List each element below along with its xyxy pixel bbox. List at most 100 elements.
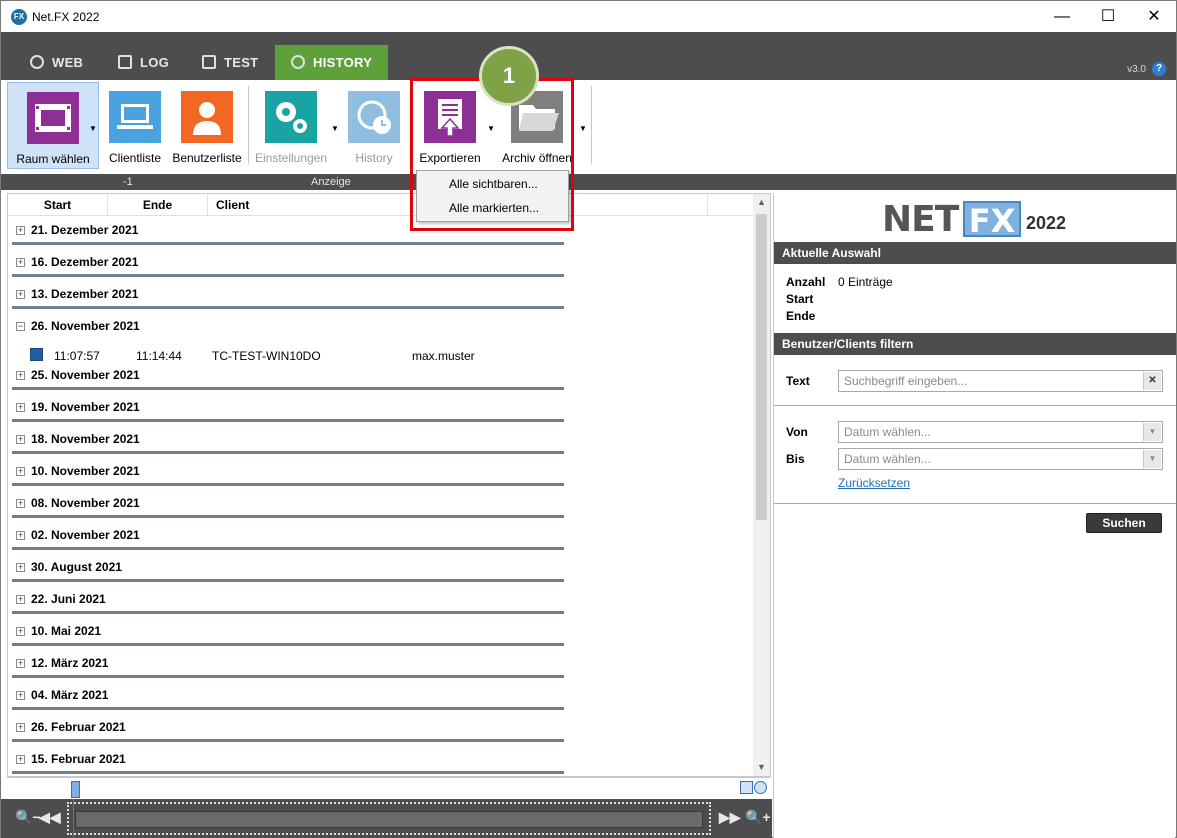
reset-link[interactable]: Zurücksetzen xyxy=(838,476,910,490)
von-date-picker[interactable]: Datum wählen... ▼ xyxy=(838,421,1163,443)
archiv-dropdown-arrow[interactable]: ▼ xyxy=(579,124,587,133)
expand-icon[interactable]: + xyxy=(16,627,25,636)
clear-icon[interactable]: ✕ xyxy=(1143,372,1161,390)
group-row[interactable]: +10. November 2021 xyxy=(12,461,564,489)
fast-forward-icon[interactable]: ▶▶ xyxy=(719,809,741,826)
group-row[interactable]: +25. November 2021 xyxy=(12,365,564,393)
rewind-icon[interactable]: ◀◀ xyxy=(39,809,61,826)
expand-icon[interactable]: + xyxy=(16,371,25,380)
scroll-down-arrow[interactable]: ▼ xyxy=(753,759,770,776)
menu-item-alle-markierten[interactable]: Alle markierten... xyxy=(418,197,568,220)
timeline-cursor xyxy=(73,799,74,838)
search-input[interactable]: Suchbegriff eingeben... ✕ xyxy=(838,370,1163,392)
globe-clock-icon xyxy=(348,91,400,143)
expand-icon[interactable]: + xyxy=(16,531,25,540)
group-divider xyxy=(12,451,564,454)
vertical-scrollbar[interactable]: ▲ ▼ xyxy=(753,194,770,776)
timeline-track[interactable] xyxy=(67,802,711,835)
scroll-up-arrow[interactable]: ▲ xyxy=(753,194,770,211)
expand-icon[interactable]: + xyxy=(16,435,25,444)
benutzerliste-button[interactable]: Benutzerliste xyxy=(171,82,243,169)
minimize-button[interactable]: — xyxy=(1039,1,1085,32)
zoom-in-icon[interactable]: 🔍+ xyxy=(745,809,771,826)
group-row[interactable]: −26. November 2021 xyxy=(12,316,564,344)
expand-icon[interactable]: + xyxy=(16,226,25,235)
step-badge: 1 xyxy=(479,46,539,106)
column-header-start[interactable]: Start xyxy=(8,194,108,216)
column-header-ende[interactable]: Ende xyxy=(108,194,208,216)
screen-view-icon[interactable] xyxy=(740,781,753,794)
search-placeholder: Suchbegriff eingeben... xyxy=(844,374,968,388)
expand-icon[interactable]: + xyxy=(16,258,25,267)
timeline-marker[interactable] xyxy=(71,781,80,798)
app-window: FX Net.FX 2022 — ☐ ✕ WEB LOG TEST HISTOR… xyxy=(0,0,1177,838)
help-icon[interactable]: ? xyxy=(1152,62,1166,76)
group-row[interactable]: +18. November 2021 xyxy=(12,429,564,457)
expand-icon[interactable]: + xyxy=(16,403,25,412)
divider xyxy=(774,405,1176,406)
collapse-icon[interactable]: − xyxy=(16,322,25,331)
tab-label: LOG xyxy=(140,55,170,70)
group-row[interactable]: +21. Dezember 2021 xyxy=(12,220,564,248)
tab-log[interactable]: LOG xyxy=(104,45,183,80)
group-row[interactable]: +22. Juni 2021 xyxy=(12,589,564,617)
group-divider xyxy=(12,739,564,742)
section-filter: Benutzer/Clients filtern xyxy=(774,333,1176,355)
list-item[interactable]: 11:07:57 11:14:44 TC-TEST-WIN10DO max.mu… xyxy=(18,347,538,365)
close-button[interactable]: ✕ xyxy=(1131,1,1177,32)
history-list[interactable]: Start Ende Client +21. Dezember 2021 +16.… xyxy=(7,193,771,777)
group-row[interactable]: +12. März 2021 xyxy=(12,653,564,681)
ribbon-label: Benutzerliste xyxy=(172,151,242,165)
bis-label: Bis xyxy=(786,452,805,466)
client-user-icon xyxy=(30,348,43,361)
expand-icon[interactable]: + xyxy=(16,755,25,764)
group-label: 26. November 2021 xyxy=(31,319,140,333)
expand-icon[interactable]: + xyxy=(16,467,25,476)
expand-icon[interactable]: + xyxy=(16,659,25,668)
expand-icon[interactable]: + xyxy=(16,499,25,508)
ribbon-separator xyxy=(591,86,592,164)
group-row[interactable]: +19. November 2021 xyxy=(12,397,564,425)
group-row[interactable]: +13. Dezember 2021 xyxy=(12,284,564,312)
tab-test[interactable]: TEST xyxy=(188,45,272,80)
expand-icon[interactable]: + xyxy=(16,563,25,572)
group-row[interactable]: +10. Mai 2021 xyxy=(12,621,564,649)
zoom-out-icon[interactable]: 🔍− xyxy=(15,809,41,826)
raum-waehlen-button[interactable]: Raum wählen xyxy=(7,82,99,169)
menu-item-alle-sichtbaren[interactable]: Alle sichtbaren... xyxy=(418,173,568,196)
timeline-track-bar[interactable] xyxy=(75,811,703,828)
group-row[interactable]: +26. Februar 2021 xyxy=(12,717,564,745)
exportieren-button[interactable]: Exportieren xyxy=(413,82,487,169)
expand-icon[interactable]: + xyxy=(16,723,25,732)
bis-date-picker[interactable]: Datum wählen... ▼ xyxy=(838,448,1163,470)
expand-icon[interactable]: + xyxy=(16,595,25,604)
tab-label: HISTORY xyxy=(313,55,373,70)
search-button[interactable]: Suchen xyxy=(1086,513,1162,533)
group-row[interactable]: +02. November 2021 xyxy=(12,525,564,553)
group-row[interactable]: +08. November 2021 xyxy=(12,493,564,521)
group-row[interactable]: +16. Dezember 2021 xyxy=(12,252,564,280)
group-row[interactable]: +04. März 2021 xyxy=(12,685,564,713)
group-label: 30. August 2021 xyxy=(31,560,122,574)
einstellungen-dropdown-arrow[interactable]: ▼ xyxy=(331,124,339,133)
web-view-icon[interactable] xyxy=(754,781,767,794)
expand-icon[interactable]: + xyxy=(16,691,25,700)
timeline-strip[interactable] xyxy=(7,777,771,799)
maximize-button[interactable]: ☐ xyxy=(1085,1,1131,32)
group-divider xyxy=(12,675,564,678)
group-row[interactable]: +15. Februar 2021 xyxy=(12,749,564,777)
chevron-down-icon[interactable]: ▼ xyxy=(1143,450,1161,468)
expand-icon[interactable]: + xyxy=(16,290,25,299)
chevron-down-icon[interactable]: ▼ xyxy=(1143,423,1161,441)
clientliste-button[interactable]: Clientliste xyxy=(105,82,165,169)
tab-web[interactable]: WEB xyxy=(16,45,97,80)
einstellungen-button[interactable]: Einstellungen xyxy=(253,82,329,169)
exportieren-dropdown-arrow[interactable]: ▼ xyxy=(487,124,495,133)
group-row[interactable]: +30. August 2021 xyxy=(12,557,564,585)
logo-net: NET xyxy=(882,199,959,240)
tab-history[interactable]: HISTORY xyxy=(275,45,389,80)
scrollbar-thumb[interactable] xyxy=(756,214,767,520)
export-dropdown-menu: Alle sichtbaren... Alle markierten... xyxy=(416,170,569,222)
history-button[interactable]: History xyxy=(344,82,404,169)
raum-dropdown-arrow[interactable]: ▼ xyxy=(89,124,97,133)
